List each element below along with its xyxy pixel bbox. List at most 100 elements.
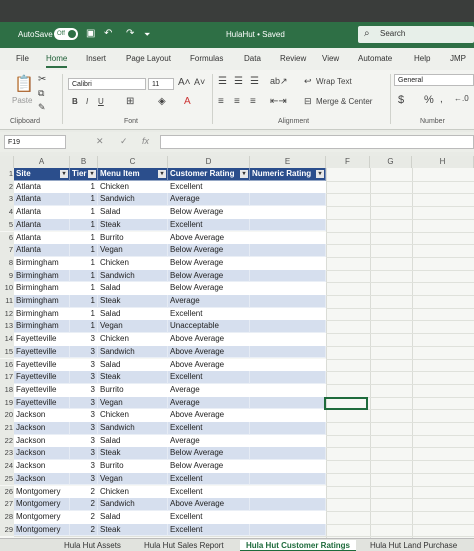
sheet-tab[interactable]: Hula Hut Assets — [58, 540, 127, 551]
table-cell[interactable]: Fayetteville — [14, 371, 70, 384]
table-cell[interactable]: Average — [168, 383, 250, 397]
row-header[interactable]: 15 — [0, 345, 14, 359]
bold-button[interactable]: B — [72, 97, 78, 106]
fill-color-icon[interactable]: ◈ — [158, 96, 166, 107]
table-cell[interactable] — [250, 422, 326, 435]
filter-dropdown-icon[interactable]: ▾ — [240, 170, 248, 178]
table-cell[interactable]: Montgomery — [14, 510, 70, 524]
tab-home[interactable]: Home — [46, 54, 68, 68]
table-cell[interactable]: Burrito — [98, 231, 168, 245]
table-cell[interactable]: Below Average — [168, 282, 250, 295]
table-header-cell[interactable]: Site ▾ — [14, 168, 70, 181]
name-box[interactable]: F19 — [4, 135, 66, 149]
column-header-g[interactable]: G — [370, 156, 412, 168]
table-cell[interactable]: 3 — [70, 371, 98, 384]
table-cell[interactable]: Fayetteville — [14, 383, 70, 397]
table-cell[interactable]: Above Average — [168, 231, 250, 245]
table-cell[interactable] — [250, 244, 326, 257]
tab-jmp[interactable]: JMP — [450, 54, 466, 63]
table-cell[interactable]: Vegan — [98, 244, 168, 257]
table-cell[interactable]: Excellent — [168, 218, 250, 232]
table-cell[interactable]: 1 — [70, 218, 98, 232]
table-cell[interactable]: Salad — [98, 358, 168, 372]
table-cell[interactable]: Birmingham — [14, 282, 70, 295]
undo-icon[interactable]: ↶ — [104, 28, 112, 39]
table-cell[interactable]: Above Average — [168, 333, 250, 346]
row-header[interactable]: 3 — [0, 193, 14, 207]
table-cell[interactable]: 2 — [70, 523, 98, 537]
table-cell[interactable] — [250, 409, 326, 422]
table-cell[interactable]: 1 — [70, 269, 98, 283]
table-cell[interactable]: Burrito — [98, 383, 168, 397]
font-color-icon[interactable]: A — [184, 96, 191, 107]
table-cell[interactable]: Fayetteville — [14, 345, 70, 359]
table-cell[interactable]: Unacceptable — [168, 320, 250, 334]
row-header[interactable]: 10 — [0, 282, 14, 295]
align-center-icon[interactable]: ≡ — [234, 96, 240, 107]
tab-review[interactable]: Review — [280, 54, 306, 63]
table-cell[interactable]: Sandwich — [98, 422, 168, 435]
column-header-a[interactable]: A — [14, 156, 70, 168]
table-cell[interactable]: Vegan — [98, 396, 168, 410]
table-cell[interactable]: Birmingham — [14, 320, 70, 334]
row-header[interactable]: 8 — [0, 256, 14, 270]
tab-file[interactable]: File — [16, 54, 29, 63]
select-all-corner[interactable] — [0, 156, 14, 168]
row-header[interactable]: 1 — [0, 168, 14, 181]
table-cell[interactable] — [250, 498, 326, 511]
table-header-cell[interactable]: Menu Item ▾ — [98, 168, 168, 181]
cancel-icon[interactable]: ✕ — [96, 136, 104, 147]
table-cell[interactable]: Atlanta — [14, 244, 70, 257]
row-header[interactable]: 2 — [0, 180, 14, 194]
row-header[interactable]: 19 — [0, 396, 14, 410]
table-cell[interactable]: Birmingham — [14, 256, 70, 270]
orientation-icon[interactable]: ab↗ — [270, 76, 288, 87]
table-cell[interactable]: 1 — [70, 206, 98, 219]
table-cell[interactable]: Excellent — [168, 307, 250, 321]
table-cell[interactable]: Below Average — [168, 460, 250, 473]
table-cell[interactable]: 1 — [70, 295, 98, 308]
underline-button[interactable]: U — [98, 97, 104, 106]
table-cell[interactable] — [250, 447, 326, 461]
table-cell[interactable]: 1 — [70, 320, 98, 334]
worksheet-grid[interactable]: A B C D E F G H 1 2 3 4 5 6 7 8 9 10 11 12 13 14 15 16 17 18 19 20 2… — [0, 156, 474, 538]
table-cell[interactable]: Fayetteville — [14, 358, 70, 372]
row-header[interactable]: 26 — [0, 485, 14, 499]
filter-dropdown-icon[interactable]: ▾ — [316, 170, 324, 178]
row-header[interactable]: 21 — [0, 422, 14, 435]
table-cell[interactable]: Salad — [98, 206, 168, 219]
row-header[interactable]: 29 — [0, 523, 14, 537]
table-cell[interactable]: 1 — [70, 282, 98, 295]
table-cell[interactable]: Vegan — [98, 320, 168, 334]
save-icon[interactable]: ▣ — [86, 28, 95, 39]
table-cell[interactable]: Vegan — [98, 472, 168, 486]
table-cell[interactable]: 3 — [70, 409, 98, 422]
row-header[interactable]: 27 — [0, 498, 14, 511]
table-cell[interactable] — [250, 295, 326, 308]
table-cell[interactable]: Average — [168, 396, 250, 410]
table-cell[interactable] — [250, 434, 326, 448]
table-header-cell[interactable]: Tier ▾ — [70, 168, 98, 181]
column-header-c[interactable]: C — [98, 156, 168, 168]
table-header-cell[interactable]: Numeric Rating ▾ — [250, 168, 326, 181]
increase-font-icon[interactable]: A˄ — [178, 77, 191, 88]
format-painter-icon[interactable]: ✎ — [38, 102, 46, 113]
table-cell[interactable]: 3 — [70, 472, 98, 486]
table-cell[interactable]: Above Average — [168, 358, 250, 372]
table-cell[interactable]: Average — [168, 295, 250, 308]
tab-automate[interactable]: Automate — [358, 54, 392, 63]
row-header[interactable]: 24 — [0, 460, 14, 473]
sheet-tab[interactable]: Hula Hut Sales Report — [138, 540, 230, 551]
table-cell[interactable]: Montgomery — [14, 498, 70, 511]
table-cell[interactable]: Average — [168, 434, 250, 448]
table-cell[interactable] — [250, 510, 326, 524]
table-cell[interactable]: 3 — [70, 358, 98, 372]
table-cell[interactable]: Steak — [98, 371, 168, 384]
borders-icon[interactable]: ⊞ — [126, 96, 134, 107]
table-cell[interactable]: Montgomery — [14, 523, 70, 537]
table-cell[interactable]: Burrito — [98, 460, 168, 473]
table-cell[interactable] — [250, 320, 326, 334]
row-header[interactable]: 5 — [0, 218, 14, 232]
table-cell[interactable]: Chicken — [98, 333, 168, 346]
row-header[interactable]: 7 — [0, 244, 14, 257]
